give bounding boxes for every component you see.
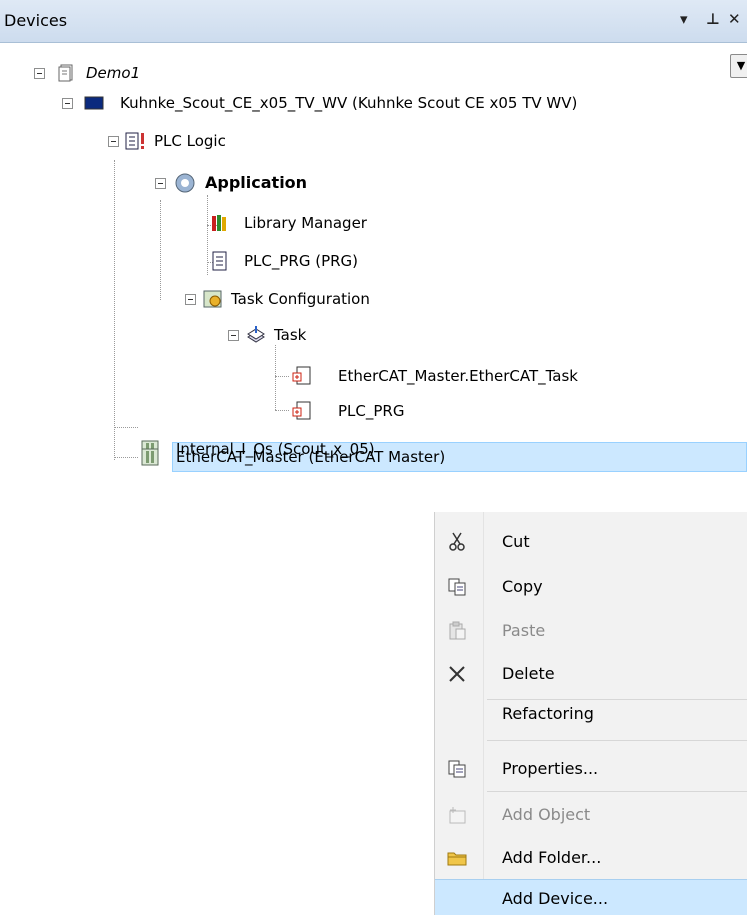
pou-icon [212,251,227,271]
collapse-toggle[interactable] [185,294,196,305]
pin-button[interactable]: ⊥ [706,10,720,28]
menu-separator [487,740,747,741]
menu-item-label: Properties... [502,759,599,778]
task-configuration-icon [203,290,222,308]
tree-item-label: Library Manager [244,214,367,232]
menu-item-add-device[interactable]: Add Device... [435,879,747,915]
close-button[interactable]: ✕ [728,10,741,28]
menu-item-properties[interactable]: Properties... [435,747,747,791]
tree-item-label: Task [274,326,307,344]
context-menu: Cut Copy Paste Delete Refactoring Proper… [434,512,747,915]
device-icon [84,96,104,110]
program-call-icon [292,366,311,385]
menu-separator [487,791,747,792]
panel-menu-dropdown[interactable]: ▼ [730,54,747,78]
tree-item-label: Task Configuration [231,290,370,308]
collapse-toggle[interactable] [228,330,239,341]
menu-item-add-folder[interactable]: Add Folder... [435,836,747,880]
copy-icon [448,578,466,596]
application-gear-icon [175,173,195,193]
menu-item-refactoring[interactable]: Refactoring [435,680,747,724]
project-icon [58,64,73,82]
add-object-icon [449,807,466,824]
tree-item-label: EtherCAT_Master (EtherCAT Master) [176,448,446,466]
menu-item-label: Add Device... [502,889,609,908]
io-module-icon [141,448,159,466]
menu-item-label: Copy [502,577,543,596]
plc-logic-icon [125,132,144,150]
tree-item-label: PLC Logic [154,132,226,150]
tree-item-label: PLC_PRG (PRG) [244,252,359,270]
tree-item-label: PLC_PRG [338,402,405,420]
paste-icon [449,621,466,640]
task-icon [247,326,265,343]
menu-item-label: Paste [502,621,546,640]
menu-item-label: Add Folder... [502,848,602,867]
tree-item-label: Kuhnke_Scout_CE_x05_TV_WV (Kuhnke Scout … [120,94,578,112]
collapse-toggle[interactable] [155,178,166,189]
panel-dropdown-button[interactable]: ▾ [680,10,688,28]
scissors-icon [449,532,465,551]
tree-item-label: Application [205,173,308,192]
menu-item-paste[interactable]: Paste [435,609,747,653]
menu-item-cut[interactable]: Cut [435,520,747,564]
menu-item-add-object[interactable]: Add Object [435,793,747,837]
tree-item-label: Demo1 [86,64,141,82]
tree-item-label: EtherCAT_Master.EtherCAT_Task [338,367,578,385]
panel-title: Devices [4,11,68,30]
program-call-icon [292,401,311,420]
properties-icon [448,760,466,778]
collapse-toggle[interactable] [62,98,73,109]
menu-item-copy[interactable]: Copy [435,565,747,609]
library-books-icon [212,215,226,231]
menu-item-label: Add Object [502,805,591,824]
devices-panel-titlebar: Devices ▾ ⊥ ✕ [0,0,747,43]
folder-icon [447,852,467,866]
menu-item-label: Refactoring [502,704,594,723]
collapse-toggle[interactable] [34,68,45,79]
collapse-toggle[interactable] [108,136,119,147]
menu-item-label: Cut [502,532,530,551]
